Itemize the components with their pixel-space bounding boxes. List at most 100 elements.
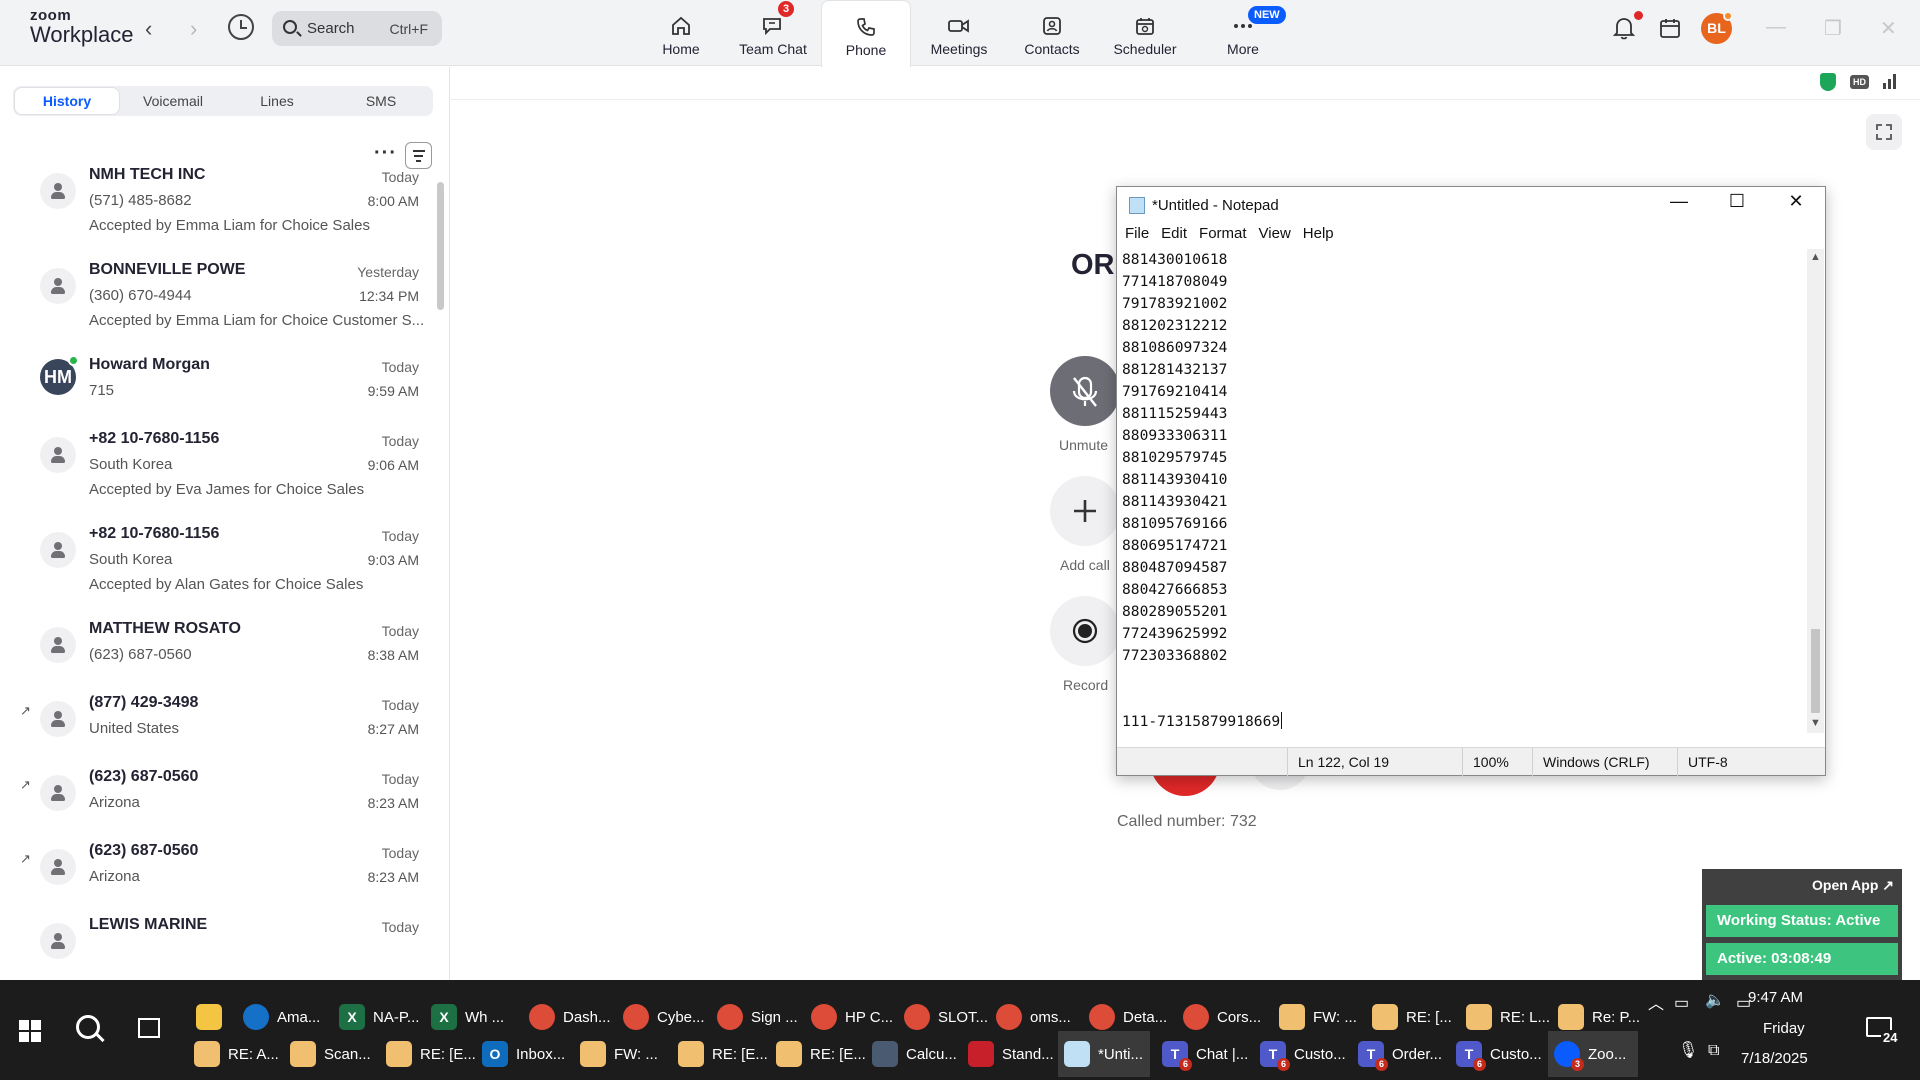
close-icon[interactable]: ✕ [1880, 16, 1897, 41]
history-item[interactable]: +82 10-7680-1156 South Korea Accepted by… [0, 522, 432, 602]
back-arrow-icon[interactable]: ‹ [145, 16, 152, 42]
clock-time[interactable]: 9:47 AM [1748, 989, 1803, 1006]
call-detail: Accepted by Emma Liam for Choice Sales [89, 217, 370, 234]
notepad-menu-bar: File Edit Format View Help [1117, 225, 1825, 247]
call-time: 8:38 AM [367, 647, 419, 663]
app-glyph: X [439, 1009, 449, 1025]
nav-tab-team-chat[interactable]: 3 Team Chat [728, 0, 818, 66]
open-app-link[interactable]: Open App ↗ [1812, 877, 1894, 894]
history-item[interactable]: ↗ (623) 687-0560 Arizona Today 8:23 AM [0, 765, 432, 825]
recent-history-icon[interactable] [228, 14, 254, 40]
notification-bell-icon[interactable] [1612, 15, 1636, 46]
history-item[interactable]: BONNEVILLE POWE (360) 670-4944 Accepted … [0, 258, 432, 338]
history-item[interactable]: HM Howard Morgan 715 Today 9:59 AM [0, 353, 432, 413]
nav-tab-more[interactable]: NEW More [1198, 0, 1288, 66]
history-item[interactable]: LEWIS MARINE Today [0, 913, 432, 973]
taskbar-app-button[interactable]: T 6 Custo... [1450, 1031, 1542, 1077]
subtab-lines[interactable]: Lines [225, 86, 329, 116]
taskbar-app-button[interactable]: FW: ... [574, 1031, 666, 1077]
tray-chevron-icon[interactable]: ︿ [1648, 990, 1664, 1014]
call-time: 9:06 AM [367, 457, 419, 473]
new-badge: NEW [1248, 6, 1286, 24]
caller-name: Howard Morgan [89, 356, 210, 373]
menu-format[interactable]: Format [1199, 225, 1247, 247]
nav-tab-home[interactable]: Home [636, 0, 726, 66]
caller-extension: 715 [89, 382, 115, 399]
text-encoding: UTF-8 [1677, 748, 1797, 776]
caller-number: (360) 670-4944 [89, 287, 192, 304]
forward-arrow-icon[interactable]: › [190, 16, 197, 42]
notepad-maximize-icon[interactable]: ☐ [1712, 191, 1762, 212]
history-item[interactable]: ↗ (877) 429-3498 United States Today 8:2… [0, 691, 432, 751]
taskbar-app-button[interactable]: Scan... [284, 1031, 374, 1077]
scroll-thumb[interactable] [1811, 629, 1820, 713]
encryption-shield-icon[interactable] [1820, 73, 1836, 91]
screen-share-icon[interactable]: ⧉ [1708, 1042, 1719, 1060]
taskbar-app-button[interactable]: T 6 Order... [1352, 1031, 1444, 1077]
menu-edit[interactable]: Edit [1161, 225, 1187, 247]
add-call-button[interactable] [1050, 476, 1120, 546]
nav-tab-contacts[interactable]: Contacts [1007, 0, 1097, 66]
notepad-line: 881143930421 [1122, 493, 1228, 510]
subtab-sms[interactable]: SMS [329, 86, 433, 116]
call-detail: Accepted by Alan Gates for Choice Sales [89, 576, 364, 593]
scroll-down-icon[interactable]: ▼ [1810, 717, 1821, 729]
battery-icon[interactable]: ▭ [1674, 993, 1689, 1013]
nav-tab-phone[interactable]: Phone [821, 0, 911, 67]
expand-window-button[interactable] [1866, 114, 1902, 150]
restore-icon[interactable]: ❐ [1824, 16, 1842, 41]
notepad-text-area[interactable]: 881430010618 771418708049 791783921002 8812… [1122, 249, 1802, 729]
taskbar-app-button[interactable]: Calcu... [866, 1031, 957, 1077]
notepad-vertical-scrollbar[interactable]: ▲ ▼ [1807, 249, 1824, 733]
add-call-label: Add call [1060, 557, 1110, 573]
notepad-title-bar[interactable]: *Untitled - Notepad — ☐ ✕ [1117, 187, 1825, 223]
clock-date[interactable]: 7/18/2025 [1741, 1050, 1808, 1067]
taskbar-search-icon[interactable] [76, 1015, 100, 1039]
taskbar-app-button[interactable]: RE: [E... [770, 1031, 866, 1077]
taskbar-app-button[interactable]: *Unti... [1058, 1031, 1150, 1077]
nav-tab-meetings[interactable]: Meetings [914, 0, 1004, 66]
taskbar-app-button[interactable]: 3 Zoo... [1548, 1031, 1638, 1077]
taskbar-app-button[interactable]: O Inbox... [476, 1031, 568, 1077]
outgoing-call-icon: ↗ [20, 777, 31, 792]
taskbar-app-button[interactable]: T 6 Chat |... [1156, 1031, 1248, 1077]
taskbar-app-label: RE: A... [228, 1045, 279, 1063]
history-scrollbar[interactable] [437, 182, 444, 310]
notepad-close-icon[interactable]: ✕ [1771, 191, 1821, 212]
record-button[interactable] [1050, 596, 1120, 666]
notepad-minimize-icon[interactable]: — [1654, 191, 1704, 212]
scroll-up-icon[interactable]: ▲ [1810, 251, 1821, 263]
more-options-icon[interactable]: ··· [374, 142, 397, 165]
volume-icon[interactable]: 🔈 [1705, 990, 1725, 1010]
taskbar-app-button[interactable]: RE: [E... [380, 1031, 476, 1077]
call-date: Yesterday [357, 264, 419, 280]
minimize-icon[interactable]: — [1766, 16, 1786, 39]
taskbar-app-button[interactable]: T 6 Custo... [1254, 1031, 1346, 1077]
menu-view[interactable]: View [1259, 225, 1291, 247]
chrome-icon [1183, 1004, 1209, 1030]
task-view-icon[interactable] [138, 1018, 160, 1038]
taskbar-app-button[interactable]: Stand... [962, 1031, 1054, 1077]
notepad-icon [1064, 1041, 1090, 1067]
microphone-icon[interactable]: 🎙 [1678, 1040, 1698, 1060]
search-box[interactable]: Search Ctrl+F [272, 11, 442, 46]
taskbar-app-button[interactable]: RE: A... [188, 1031, 279, 1077]
subtab-voicemail[interactable]: Voicemail [121, 86, 225, 116]
subtab-history[interactable]: History [15, 88, 119, 114]
taskbar-app-button[interactable]: RE: [E... [672, 1031, 768, 1077]
call-date: Today [381, 771, 419, 787]
history-item[interactable]: ↗ (623) 687-0560 Arizona Today 8:23 AM [0, 839, 432, 899]
windows-start-icon[interactable] [19, 1020, 41, 1042]
menu-help[interactable]: Help [1303, 225, 1334, 247]
record-icon [1072, 618, 1098, 644]
history-item[interactable]: MATTHEW ROSATO (623) 687-0560 Today 8:38… [0, 617, 432, 677]
cursor-position: Ln 122, Col 19 [1287, 748, 1457, 776]
calendar-widget-icon[interactable] [1658, 16, 1682, 45]
nav-tab-scheduler[interactable]: Scheduler [1100, 0, 1190, 66]
signal-bars-icon[interactable] [1882, 73, 1898, 94]
clock-day[interactable]: Friday [1763, 1020, 1805, 1037]
history-item[interactable]: NMH TECH INC (571) 485-8682 Accepted by … [0, 163, 432, 243]
unmute-button[interactable] [1050, 356, 1120, 426]
history-item[interactable]: +82 10-7680-1156 South Korea Accepted by… [0, 427, 432, 507]
menu-file[interactable]: File [1125, 225, 1149, 247]
